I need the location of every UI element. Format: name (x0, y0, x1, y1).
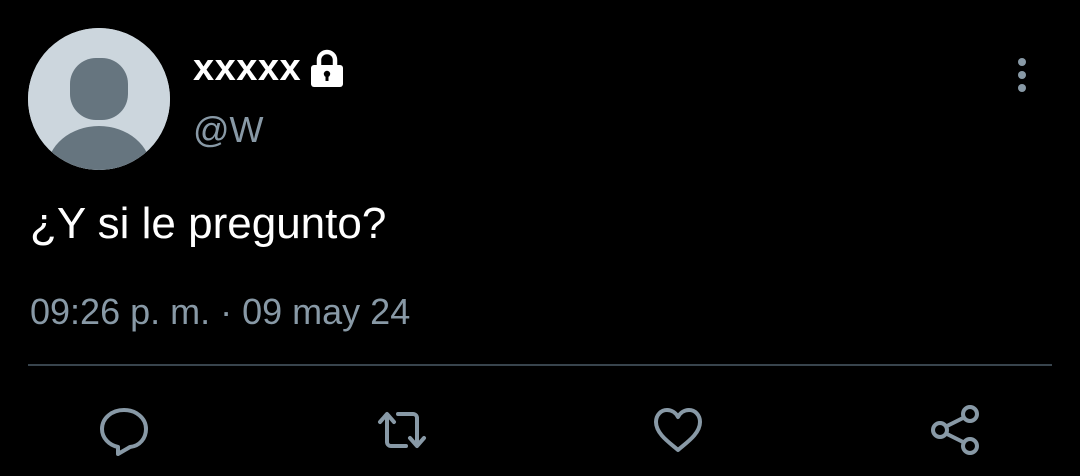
display-name[interactable]: xxxxx (193, 44, 301, 92)
heart-icon (654, 408, 702, 452)
retweet-icon (378, 412, 426, 448)
tweet-card: xxxxx @W ¿Y si le pregunto? 09:26 p. m. … (0, 0, 1080, 476)
divider (28, 364, 1052, 366)
avatar[interactable] (28, 28, 170, 170)
timestamp-separator: · (210, 291, 243, 332)
retweet-button[interactable] (370, 402, 426, 458)
name-row: xxxxx (193, 44, 347, 92)
tweet-date: 09 may 24 (242, 291, 411, 332)
default-avatar-icon (28, 28, 170, 170)
timestamp[interactable]: 09:26 p. m. · 09 may 24 (30, 288, 410, 336)
more-vertical-icon[interactable] (1006, 56, 1038, 96)
reply-button[interactable] (96, 402, 152, 458)
tweet-text: ¿Y si le pregunto? (30, 199, 387, 248)
like-button[interactable] (650, 402, 706, 458)
share-icon (931, 405, 979, 455)
user-handle[interactable]: @W (193, 108, 264, 152)
lock-icon (307, 46, 347, 90)
share-button[interactable] (928, 402, 984, 458)
tweet-time: 09:26 p. m. (30, 291, 211, 332)
reply-icon (100, 408, 148, 456)
